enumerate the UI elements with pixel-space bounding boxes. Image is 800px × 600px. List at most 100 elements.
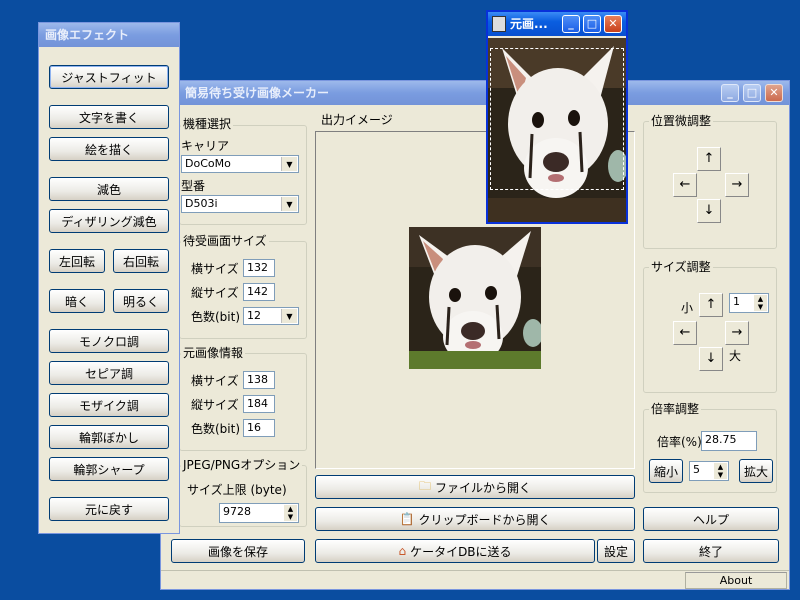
save-image-button[interactable]: 画像を保存 [171,539,305,563]
jpeg-options-title: JPEG/PNGオプション [181,458,303,472]
main-title-bar[interactable]: 簡易待ち受け画像メーカー _ □ ✕ [161,81,789,105]
source-colors-field: 16 [243,419,275,437]
zoom-step-spinner[interactable]: 5 ▲ ▼ [689,461,729,481]
spinner-arrows-icon[interactable]: ▲ ▼ [714,463,727,479]
blur-edges-button[interactable]: 輪郭ぼかし [49,425,169,449]
source-colors-label: 色数(bit) [191,422,241,436]
chevron-down-icon[interactable]: ▼ [281,197,297,211]
rotate-left-button[interactable]: 左回転 [49,249,105,273]
help-button[interactable]: ヘルプ [643,507,779,531]
zoom-ratio-label: 倍率(%) [657,435,702,449]
main-window-title: 簡易待ち受け画像メーカー [185,86,330,100]
app-icon [492,16,506,32]
source-image-window: 元画... _ □ ✕ [486,10,628,224]
standby-colors-combo[interactable]: 12 ▼ [243,307,299,325]
standby-width-label: 横サイズ [191,262,239,276]
mosaic-button[interactable]: モザイク調 [49,393,169,417]
sepia-button[interactable]: セピア調 [49,361,169,385]
output-dog-image [409,227,541,369]
folder-icon: 🗀 [418,478,431,493]
undo-button[interactable]: 元に戻す [49,497,169,521]
position-up-button[interactable]: ↑ [697,147,721,171]
size-left-button[interactable]: ← [673,321,697,345]
zoom-step-value: 5 [693,463,700,476]
clipboard-icon: 📋 [399,512,415,526]
standby-height-field[interactable]: 142 [243,283,275,301]
effects-title-bar[interactable]: 画像エフェクト [39,23,179,47]
enlarge-button[interactable]: 拡大 [739,459,773,483]
source-height-field: 184 [243,395,275,413]
size-limit-label: サイズ上限 (byte) [187,483,287,497]
carrier-label: キャリア [181,139,230,153]
effects-window: 画像エフェクト ジャストフィット 文字を書く 絵を描く 減色 ディザリング減色 … [38,22,180,534]
position-right-button[interactable]: → [725,173,749,197]
source-info-title: 元画像情報 [181,346,246,360]
source-title-bar[interactable]: 元画... _ □ ✕ [488,12,626,36]
output-image-label: 出力イメージ [321,113,393,127]
dither-reduce-button[interactable]: ディザリング減色 [49,209,169,233]
minimize-button[interactable]: _ [562,15,580,33]
chevron-down-icon[interactable]: ▼ [281,157,297,171]
size-step-value: 1 [733,295,740,308]
position-down-button[interactable]: ↓ [697,199,721,223]
close-button[interactable]: ✕ [604,15,622,33]
size-step-spinner[interactable]: 1 ▲ ▼ [729,293,769,313]
maximize-button[interactable]: □ [583,15,601,33]
carrier-value: DoCoMo [185,157,231,170]
size-up-button[interactable]: ↑ [699,293,723,317]
size-adjust-title: サイズ調整 [649,260,713,274]
standby-colors-label: 色数(bit) [191,310,241,324]
source-window-title: 元画... [510,17,548,31]
minimize-button[interactable]: _ [721,84,739,102]
send-phone-label: ケータイDBに送る [410,544,512,559]
brighter-button[interactable]: 明るく [113,289,169,313]
settings-button[interactable]: 設定 [597,539,635,563]
draw-picture-button[interactable]: 絵を描く [49,137,169,161]
size-down-button[interactable]: ↓ [699,347,723,371]
size-adjust-group [643,267,777,393]
open-clipboard-label: クリップボードから開く [418,512,551,527]
standby-width-field[interactable]: 132 [243,259,275,277]
close-button[interactable]: ✕ [765,84,783,102]
size-large-label: 大 [729,349,742,363]
open-file-button[interactable]: 🗀 ファイルから開く [315,475,635,499]
chevron-down-icon[interactable]: ▼ [281,309,297,323]
status-about[interactable]: About [685,572,787,589]
position-adjust-title: 位置微調整 [649,114,714,128]
rotate-right-button[interactable]: 右回転 [113,249,169,273]
standby-colors-value: 12 [247,309,261,322]
open-clipboard-button[interactable]: 📋 クリップボードから開く [315,507,635,531]
model-value: D503i [185,197,218,210]
size-limit-value: 9728 [223,505,251,518]
sharpen-edges-button[interactable]: 輪郭シャープ [49,457,169,481]
source-width-field: 138 [243,371,275,389]
size-limit-spinner[interactable]: 9728 ▲ ▼ [219,503,299,523]
source-width-label: 横サイズ [191,374,239,388]
reduce-color-button[interactable]: 減色 [49,177,169,201]
standby-size-title: 待受画面サイズ [181,234,269,248]
send-phone-button[interactable]: ⌂ ケータイDBに送る [315,539,595,563]
exit-button[interactable]: 終了 [643,539,779,563]
darker-button[interactable]: 暗く [49,289,105,313]
model-label: 型番 [181,179,206,193]
source-height-label: 縦サイズ [191,398,239,412]
position-left-button[interactable]: ← [673,173,697,197]
carrier-combo[interactable]: DoCoMo ▼ [181,155,299,173]
spinner-arrows-icon[interactable]: ▲ ▼ [284,505,297,521]
size-right-button[interactable]: → [725,321,749,345]
monochrome-button[interactable]: モノクロ調 [49,329,169,353]
model-select-title: 機種選択 [181,117,234,131]
zoom-ratio-field[interactable]: 28.75 [701,431,757,451]
open-file-label: ファイルから開く [435,480,532,495]
model-combo[interactable]: D503i ▼ [181,195,299,213]
source-dog-image [488,38,626,222]
maximize-button[interactable]: □ [743,84,761,102]
crop-selection-rect[interactable] [490,48,624,190]
write-text-button[interactable]: 文字を書く [49,105,169,129]
spinner-arrows-icon[interactable]: ▲ ▼ [754,295,767,311]
main-window: 簡易待ち受け画像メーカー _ □ ✕ 機種選択 キャリア DoCoMo ▼ 型番… [160,80,790,590]
shrink-button[interactable]: 縮小 [649,459,683,483]
position-cross-bg [697,173,721,201]
just-fit-button[interactable]: ジャストフィット [49,65,169,89]
house-icon: ⌂ [398,544,407,558]
